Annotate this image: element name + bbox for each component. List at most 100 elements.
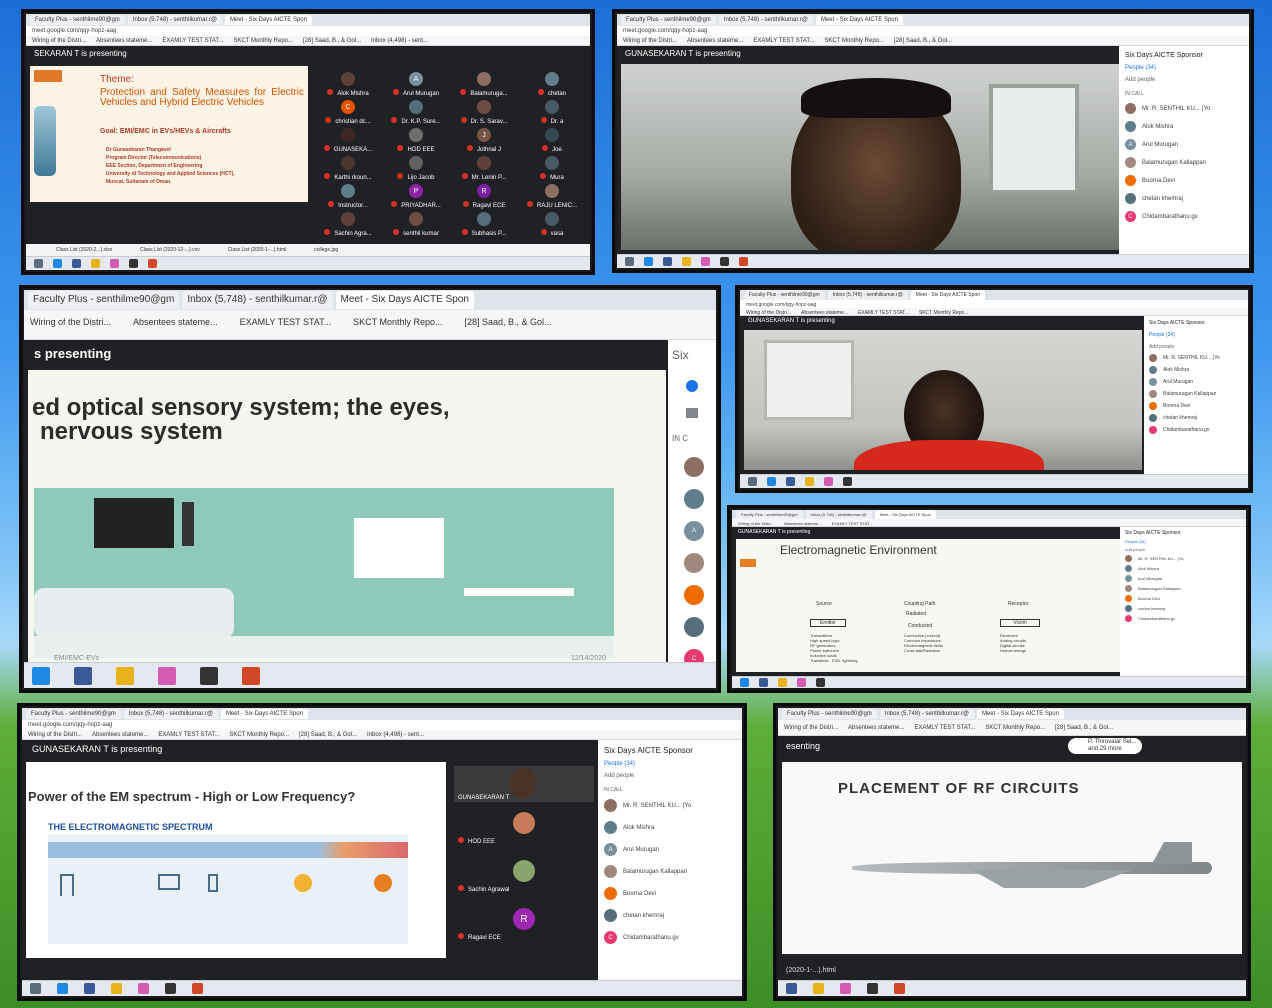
chrome-icon[interactable] — [778, 678, 787, 687]
participant-tile[interactable]: A Arul Murugan — [384, 72, 448, 97]
bookmark[interactable]: Absentees stateme... — [784, 520, 822, 526]
bookmark[interactable]: SKCT Monthly Repo... — [229, 731, 289, 738]
participant-tile[interactable]: Cchristian dc... — [316, 100, 380, 125]
edge-icon[interactable] — [740, 678, 749, 687]
bookmark[interactable]: Wiring of the Distri... — [746, 309, 791, 315]
bookmark[interactable]: [28] Saad, B., & Gol... — [1055, 721, 1113, 734]
chrome-icon[interactable] — [116, 666, 134, 685]
folder-icon[interactable] — [30, 983, 41, 994]
participant-tile[interactable]: Lijo Jacob — [384, 156, 448, 181]
tab-inbox[interactable]: Inbox (5,748) - senthilkumar.r@ — [827, 290, 908, 300]
participant-row[interactable]: C Chidambarathanu.gv — [604, 931, 736, 944]
folder-icon[interactable] — [748, 477, 757, 486]
tab-faculty[interactable]: Faculty Plus - senthilme90@gm — [736, 510, 803, 519]
participant-row[interactable]: Alok Mishra — [1125, 121, 1243, 132]
chrome-icon[interactable] — [682, 257, 691, 266]
tab-faculty[interactable]: Faculty Plus - senthilme90@gm — [782, 709, 877, 719]
folder-icon[interactable] — [34, 259, 43, 268]
bookmark[interactable]: EXAMLY TEST STAT... — [858, 309, 909, 315]
participant-tile[interactable]: Subhasis P... — [452, 212, 516, 237]
bookmark[interactable]: Wiring of the Distri... — [623, 37, 677, 44]
bookmark[interactable]: Absentees stateme... — [848, 721, 904, 734]
participant-tile[interactable]: R Ragavi ECE — [452, 184, 516, 209]
powerpoint-icon[interactable] — [192, 983, 203, 994]
participant-tile[interactable]: RAJU LENIC... — [520, 184, 584, 209]
people-tab[interactable]: People (34) — [1149, 332, 1243, 338]
avatar[interactable] — [684, 617, 704, 637]
bookmark[interactable]: [28] Saad, B., & Gol... — [303, 37, 361, 44]
bookmark[interactable]: EXAMLY TEST STAT... — [240, 311, 332, 338]
add-people-button[interactable]: Add people — [1125, 77, 1243, 83]
participant-row[interactable]: Balamurugan Kallappan — [1125, 585, 1241, 592]
participant-tile[interactable]: Sachin Agrawal — [454, 860, 594, 893]
tab-faculty[interactable]: Faculty Plus - senthilme90@gm — [26, 709, 121, 719]
tab-faculty[interactable]: Faculty Plus - senthilme90@gm — [28, 291, 180, 309]
bookmark[interactable]: SKCT Monthly Repo... — [353, 311, 442, 338]
facebook-icon[interactable] — [84, 983, 95, 994]
bookmark[interactable]: Absentees stateme... — [801, 309, 848, 315]
bookmark[interactable]: Inbox (4,498) - sent... — [367, 731, 424, 738]
tab-meet[interactable]: Meet - Six Days AICTE Spon — [976, 709, 1064, 719]
participant-row[interactable]: A Arul Murugan — [1125, 139, 1243, 150]
tab-inbox[interactable]: Inbox (5,748) - senthilkumar.r@ — [127, 15, 222, 25]
app-icon[interactable] — [824, 477, 833, 486]
tab-meet[interactable]: Meet - Six Days AICTE Spon — [220, 709, 308, 719]
participant-tile[interactable]: Dr. K.P. Sure... — [384, 100, 448, 125]
participant-row[interactable]: Balamurugan Kallappan — [1125, 157, 1243, 168]
tab-faculty[interactable]: Faculty Plus - senthilme90@gm — [621, 15, 716, 25]
download-item[interactable]: Class List (2020-2...).xlsx — [56, 247, 112, 253]
participant-tile[interactable]: Sachin Agra... — [316, 212, 380, 237]
bookmark[interactable]: [28] Saad, B., & Gol... — [464, 311, 551, 338]
participant-tile[interactable]: senthil kumar — [384, 212, 448, 237]
facebook-icon[interactable] — [72, 259, 81, 268]
app-icon[interactable] — [840, 983, 851, 994]
tab-faculty[interactable]: Faculty Plus - senthilme90@gm — [30, 15, 125, 25]
bookmark[interactable]: EXAMLY TEST STAT... — [753, 37, 814, 44]
bookmark[interactable]: Wiring of the Distri... — [784, 721, 838, 734]
participant-row[interactable]: Arul Murugan — [1125, 575, 1241, 582]
powerpoint-icon[interactable] — [148, 259, 157, 268]
edge-icon[interactable] — [767, 477, 776, 486]
avatar[interactable] — [684, 457, 704, 477]
powerpoint-icon[interactable] — [894, 983, 905, 994]
bookmark[interactable]: SKCT Monthly Repo... — [985, 721, 1045, 734]
tab-inbox[interactable]: Inbox (5,748) - senthilkumar.r@ — [805, 510, 872, 519]
participant-tile[interactable]: HOD EEE — [384, 128, 448, 153]
bookmark[interactable]: SKCT Monthly Repo... — [233, 37, 293, 44]
bookmark[interactable]: [28] Saad, B., & Gol... — [894, 37, 952, 44]
download-item[interactable]: (2020-1-...).html — [786, 967, 836, 974]
bookmark[interactable]: Inbox (4,498) - sent... — [371, 37, 428, 44]
bookmark[interactable]: EXAMLY TEST STAT... — [914, 721, 975, 734]
participant-row[interactable]: Chidambarathanu.gv — [1125, 615, 1241, 622]
participant-row[interactable]: chetan khemraj — [1125, 605, 1241, 612]
k7-icon[interactable] — [200, 666, 218, 685]
participant-row[interactable]: Alok Mishra — [1149, 366, 1243, 374]
tab-meet[interactable]: Meet - Six Days AICTE Spon — [874, 510, 936, 519]
facebook-icon[interactable] — [759, 678, 768, 687]
edge-icon[interactable] — [53, 259, 62, 268]
k7-icon[interactable] — [129, 259, 138, 268]
participant-tile[interactable]: Joe — [520, 128, 584, 153]
participant-tile[interactable]: vasa — [520, 212, 584, 237]
tab-inbox[interactable]: Inbox (5,748) - senthilkumar.r@ — [718, 15, 813, 25]
participant-row[interactable]: Balamurugan Kallappan — [604, 865, 736, 878]
avatar[interactable]: C — [684, 649, 704, 662]
participant-tile[interactable]: GUNASEKA... — [316, 128, 380, 153]
participant-row[interactable]: Boorna Devi — [1125, 175, 1243, 186]
edge-icon[interactable] — [644, 257, 653, 266]
participant-row[interactable]: C Chidambarathanu.gv — [1125, 211, 1243, 222]
facebook-icon[interactable] — [786, 983, 797, 994]
tab-meet[interactable]: Meet - Six Days AICTE Spon — [910, 290, 985, 300]
tab-meet[interactable]: Meet - Six Days AICTE Spon — [815, 15, 903, 25]
facebook-icon[interactable] — [74, 666, 92, 685]
address-bar[interactable]: meet.google.com/qqy-hopz-aag — [617, 26, 1249, 36]
participant-tile[interactable]: Dr. a — [520, 100, 584, 125]
bookmark[interactable]: Absentees stateme... — [687, 37, 743, 44]
tab-faculty[interactable]: Faculty Plus - senthilme90@gm — [744, 290, 825, 300]
app-icon[interactable] — [797, 678, 806, 687]
app-icon[interactable] — [158, 666, 176, 685]
participant-tile[interactable]: R Ragavi ECE — [454, 908, 594, 941]
chrome-icon[interactable] — [111, 983, 122, 994]
bookmark[interactable]: EXAMLY TEST STAT... — [158, 731, 219, 738]
bookmark[interactable]: [28] Saad, B., & Gol... — [299, 731, 357, 738]
